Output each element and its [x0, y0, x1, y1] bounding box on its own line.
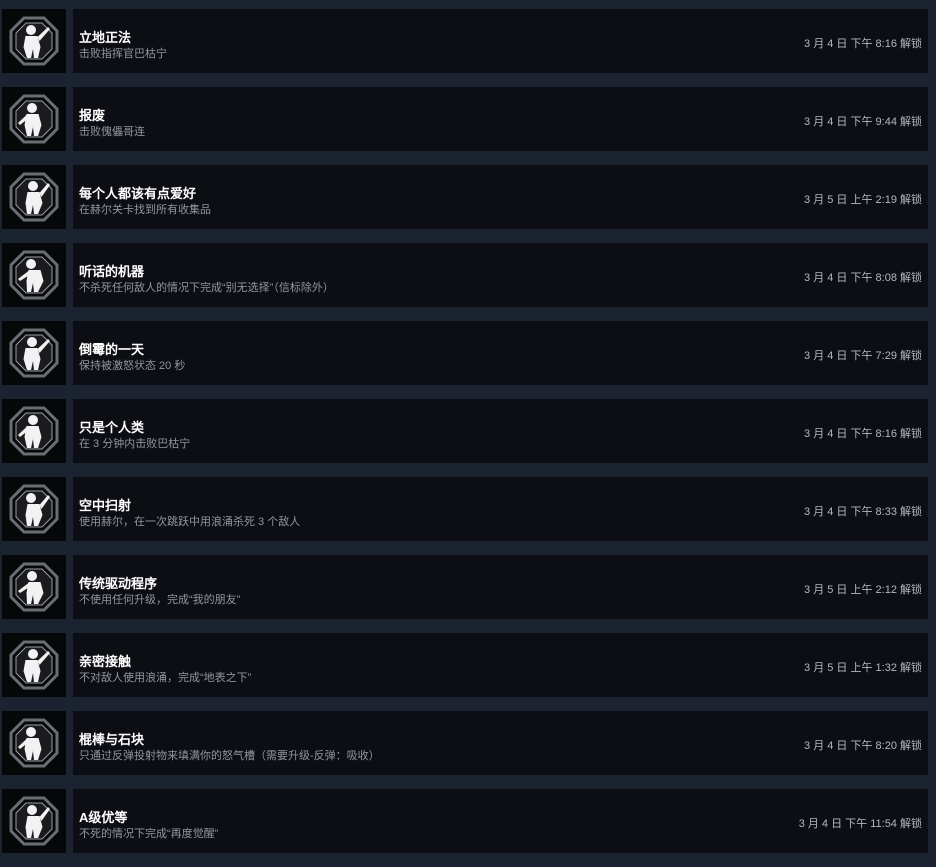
achievement-description: 不对敌人使用浪涌，完成“地表之下”	[79, 669, 251, 685]
achievement-title: 每个人都该有点爱好	[79, 183, 196, 202]
achievement-panel: 空中扫射使用赫尔，在一次跳跃中用浪涌杀死 3 个敌人 3 月 4 日 下午 8:3…	[73, 477, 928, 541]
leaping-fighter-icon	[2, 477, 66, 541]
achievement-row: 听话的机器不杀死任何敌人的情况下完成“别无选择”（信标除外） 3 月 4 日 下午…	[0, 243, 936, 309]
achievement-row: 每个人都该有点爱好在赫尔关卡找到所有收集品 3 月 5 日 上午 2:19 解锁	[0, 165, 936, 231]
achievement-row: 传统驱动程序不使用任何升级，完成“我的朋友” 3 月 5 日 上午 2:12 解锁	[0, 555, 936, 621]
unlock-time: 3 月 4 日 下午 9:44 解锁	[804, 113, 922, 129]
achievement-description: 保持被激怒状态 20 秒	[79, 357, 185, 373]
unlock-time: 3 月 5 日 上午 2:19 解锁	[804, 191, 922, 207]
unlock-time: 3 月 4 日 下午 8:08 解锁	[804, 269, 922, 285]
achievement-panel: 亲密接触不对敌人使用浪涌，完成“地表之下” 3 月 5 日 上午 1:32 解锁	[73, 633, 928, 697]
deflecting-fighter-icon	[2, 711, 66, 775]
achievement-title: 空中扫射	[79, 495, 131, 514]
achievement-row: 亲密接触不对敌人使用浪涌，完成“地表之下” 3 月 5 日 上午 1:32 解锁	[0, 633, 936, 699]
achievement-row: 棍棒与石块只通过反弹投射物来填满你的怒气槽（需要升级-反弹：吸收） 3 月 4 日…	[0, 711, 936, 777]
achievement-panel: 传统驱动程序不使用任何升级，完成“我的朋友” 3 月 5 日 上午 2:12 解锁	[73, 555, 928, 619]
achievement-panel: 只是个人类在 3 分钟内击败巴枯宁 3 月 4 日 下午 8:16 解锁	[73, 399, 928, 463]
achievement-description: 在 3 分钟内击败巴枯宁	[79, 435, 190, 451]
achievement-title: 只是个人类	[79, 417, 144, 436]
achievement-description: 使用赫尔，在一次跳跃中用浪涌杀死 3 个敌人	[79, 513, 300, 529]
achievement-title: 棍棒与石块	[79, 729, 144, 748]
achievement-panel: 棍棒与石块只通过反弹投射物来填满你的怒气槽（需要升级-反弹：吸收） 3 月 4 日…	[73, 711, 928, 775]
soldier-silhouette-icon	[2, 9, 66, 73]
unlock-time: 3 月 4 日 下午 8:16 解锁	[804, 35, 922, 51]
achievement-description: 只通过反弹投射物来填满你的怒气槽（需要升级-反弹：吸收）	[79, 747, 380, 763]
masked-face-icon	[2, 165, 66, 229]
saluting-robot-icon	[2, 243, 66, 307]
unlock-time: 3 月 4 日 下午 8:16 解锁	[804, 425, 922, 441]
punching-fighter-icon	[2, 633, 66, 697]
achievement-panel: 每个人都该有点爱好在赫尔关卡找到所有收集品 3 月 5 日 上午 2:19 解锁	[73, 165, 928, 229]
achievement-description: 击败傀儡哥连	[79, 123, 145, 139]
achievement-title: 亲密接触	[79, 651, 131, 670]
armored-head-icon	[2, 789, 66, 853]
crossed-robot-icon	[2, 555, 66, 619]
achievement-panel: 报废击败傀儡哥连 3 月 4 日 下午 9:44 解锁	[73, 87, 928, 151]
unlock-time: 3 月 4 日 下午 7:29 解锁	[804, 347, 922, 363]
achievement-list: 立地正法击败指挥官巴枯宁3 月 4 日 下午 8:16 解锁报废击败傀儡哥连3 …	[0, 9, 936, 867]
achievement-description: 不使用任何升级，完成“我的朋友”	[79, 591, 240, 607]
achievement-title: 倒霉的一天	[79, 339, 144, 358]
achievement-row: A级优等不死的情况下完成“再度觉醒” 3 月 4 日 下午 11:54 解锁	[0, 789, 936, 855]
unlock-time: 3 月 4 日 下午 11:54 解锁	[799, 815, 922, 831]
unlock-time: 3 月 4 日 下午 8:20 解锁	[804, 737, 922, 753]
unlock-time: 3 月 5 日 上午 2:12 解锁	[804, 581, 922, 597]
achievement-panel: 听话的机器不杀死任何敌人的情况下完成“别无选择”（信标除外） 3 月 4 日 下午…	[73, 243, 928, 307]
achievement-title: A级优等	[79, 807, 127, 826]
achievement-description: 不死的情况下完成“再度觉醒”	[79, 825, 218, 841]
achievement-panel: 立地正法击败指挥官巴枯宁 3 月 4 日 下午 8:16 解锁	[73, 9, 928, 73]
hand-grip-icon	[2, 399, 66, 463]
achievement-row: 只是个人类在 3 分钟内击败巴枯宁 3 月 4 日 下午 8:16 解锁	[0, 399, 936, 465]
achievement-title: 听话的机器	[79, 261, 144, 280]
robot-golem-icon	[2, 87, 66, 151]
unlock-time: 3 月 5 日 上午 1:32 解锁	[804, 659, 922, 675]
achievement-row: 空中扫射使用赫尔，在一次跳跃中用浪涌杀死 3 个敌人 3 月 4 日 下午 8:3…	[0, 477, 936, 543]
achievement-title: 报废	[79, 105, 105, 124]
achievement-panel: 倒霉的一天保持被激怒状态 20 秒 3 月 4 日 下午 7:29 解锁	[73, 321, 928, 385]
achievement-row: 报废击败傀儡哥连 3 月 4 日 下午 9:44 解锁	[0, 87, 936, 153]
unlock-time: 3 月 4 日 下午 8:33 解锁	[804, 503, 922, 519]
achievement-title: 立地正法	[79, 27, 131, 46]
achievement-row: 倒霉的一天保持被激怒状态 20 秒 3 月 4 日 下午 7:29 解锁	[0, 321, 936, 387]
achievement-row: 立地正法击败指挥官巴枯宁 3 月 4 日 下午 8:16 解锁	[0, 9, 936, 75]
running-figure-icon	[2, 321, 66, 385]
achievement-title: 传统驱动程序	[79, 573, 157, 592]
achievement-description: 不杀死任何敌人的情况下完成“别无选择”（信标除外）	[79, 279, 334, 295]
achievement-panel: A级优等不死的情况下完成“再度觉醒” 3 月 4 日 下午 11:54 解锁	[73, 789, 928, 853]
achievement-description: 在赫尔关卡找到所有收集品	[79, 201, 211, 217]
achievement-description: 击败指挥官巴枯宁	[79, 45, 167, 61]
